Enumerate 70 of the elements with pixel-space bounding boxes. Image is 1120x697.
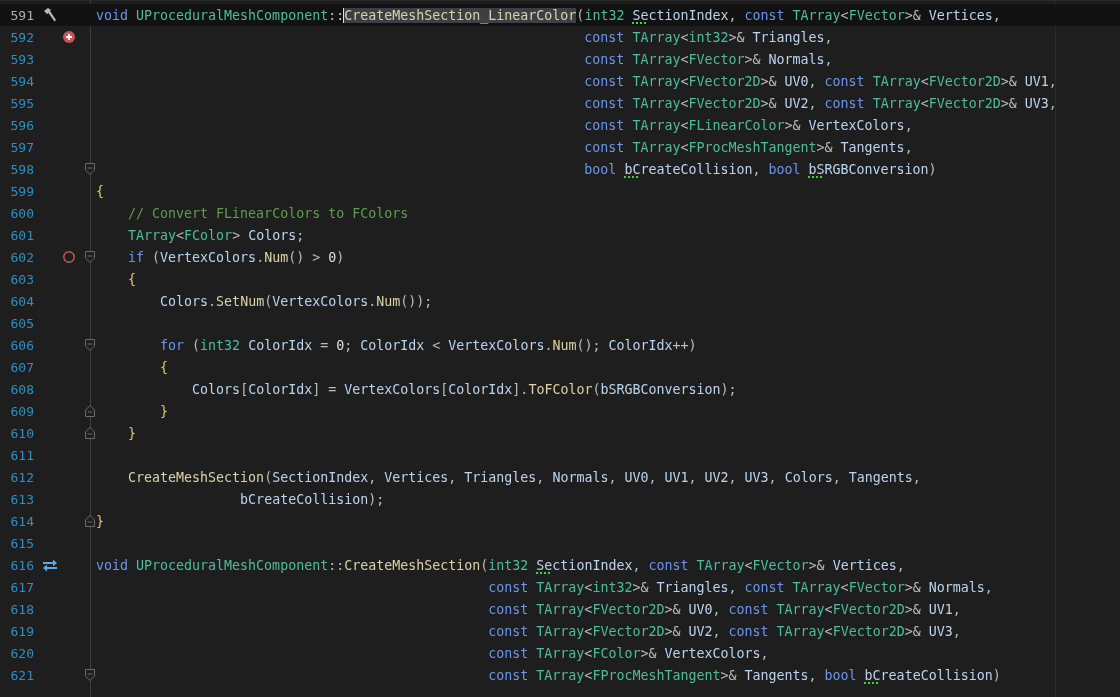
line-number: 619 [10,623,35,639]
code-line: } [160,403,169,419]
code-line: const TArray<FVector2D>& UV0, const TArray<FVector2D>& UV1, [488,601,961,617]
code-line: } [96,513,104,529]
fold-icon[interactable] [85,339,95,351]
line-number: 616 [10,557,35,573]
line-number: 610 [10,425,35,441]
code-line: const TArray<FVector2D>& UV2, const TArray<FVector2D>& UV3, [584,95,1057,111]
code-line: void UProceduralMeshComponent::CreateMeshSection_LinearColor(int32 SectionIndex, const TArray<FVector>& Vertices, [96,7,1001,23]
line-number: 596 [10,117,35,133]
fold-icon[interactable] [85,251,95,263]
code-line: const TArray<int32>& Triangles, [584,29,833,45]
code-line: for (int32 ColorIdx = 0; ColorIdx < VertexColors.Num(); ColorIdx++) [160,337,697,353]
line-number: 609 [10,403,35,419]
fold-icon[interactable] [85,669,95,681]
code-line: CreateMeshSection(SectionIndex, Vertices, Triangles, Normals, UV0, UV1, UV2, UV3, Colors, Tangents, [128,469,921,485]
code-line: const TArray<FVector>& Normals, [584,51,833,67]
code-line: { [96,183,104,199]
line-number: 600 [10,205,35,221]
line-number: 598 [10,161,35,177]
line-number: 591 [10,7,35,23]
code-line: Colors[ColorIdx] = VertexColors[ColorIdx].ToFColor(bSRGBConversion); [192,381,737,397]
unfold-icon[interactable] [85,405,95,417]
unfold-icon[interactable] [85,427,95,439]
line-number: 595 [10,95,35,111]
code-line: Colors.SetNum(VertexColors.Num()); [160,293,433,309]
line-number: 601 [10,227,35,243]
code-line: bool bCreateCollision, bool bSRGBConversion) [584,161,937,177]
code-line: bCreateCollision); [240,491,385,507]
code-line: const TArray<FVector2D>& UV0, const TArray<FVector2D>& UV1, [584,73,1057,89]
code-line: const TArray<int32>& Triangles, const TArray<FVector>& Normals, [488,579,993,595]
line-number: 599 [10,183,35,199]
code-line: if (VertexColors.Num() > 0) [128,249,345,265]
line-number: 607 [10,359,35,375]
line-number: 611 [10,447,35,463]
add-icon[interactable] [63,31,75,43]
line-number: 602 [10,249,35,265]
line-number: 621 [10,667,35,683]
code-line: const TArray<FLinearColor>& VertexColors, [584,117,913,133]
line-number: 618 [10,601,35,617]
line-number: 617 [10,579,35,595]
line-number: 613 [10,491,35,507]
line-number: 605 [10,315,35,331]
line-number: 606 [10,337,35,353]
line-number: 593 [10,51,35,67]
hammer-icon[interactable] [42,7,58,23]
swap-arrows-icon[interactable] [42,558,58,572]
breakpoint-icon[interactable] [63,251,75,263]
line-number: 592 [10,29,35,45]
code-line: // Convert FLinearColors to FColors [128,205,409,221]
code-line: const TArray<FColor>& VertexColors, [488,645,769,661]
code-line: const TArray<FProcMeshTangent>& Tangents, bool bCreateCollision) [488,667,1001,683]
code-line: TArray<FColor> Colors; [128,227,305,243]
code-line: void UProceduralMeshComponent::CreateMeshSection(int32 SectionIndex, const TArray<FVector>& Vertices, [96,557,905,573]
line-number: 620 [10,645,35,661]
line-number: 594 [10,73,35,89]
code-line: { [160,359,169,375]
code-line: } [128,425,137,441]
fold-icon[interactable] [85,163,95,175]
line-number: 612 [10,469,35,485]
line-number: 614 [10,513,35,529]
code-line: { [128,271,137,287]
line-number: 603 [10,271,35,287]
line-number: 604 [10,293,35,309]
code-line: const TArray<FVector2D>& UV2, const TArray<FVector2D>& UV3, [488,623,961,639]
line-number: 597 [10,139,35,155]
code-line: const TArray<FProcMeshTangent>& Tangents, [584,139,913,155]
line-number: 608 [10,381,35,397]
unfold-icon[interactable] [85,515,95,527]
line-number: 615 [10,535,35,551]
